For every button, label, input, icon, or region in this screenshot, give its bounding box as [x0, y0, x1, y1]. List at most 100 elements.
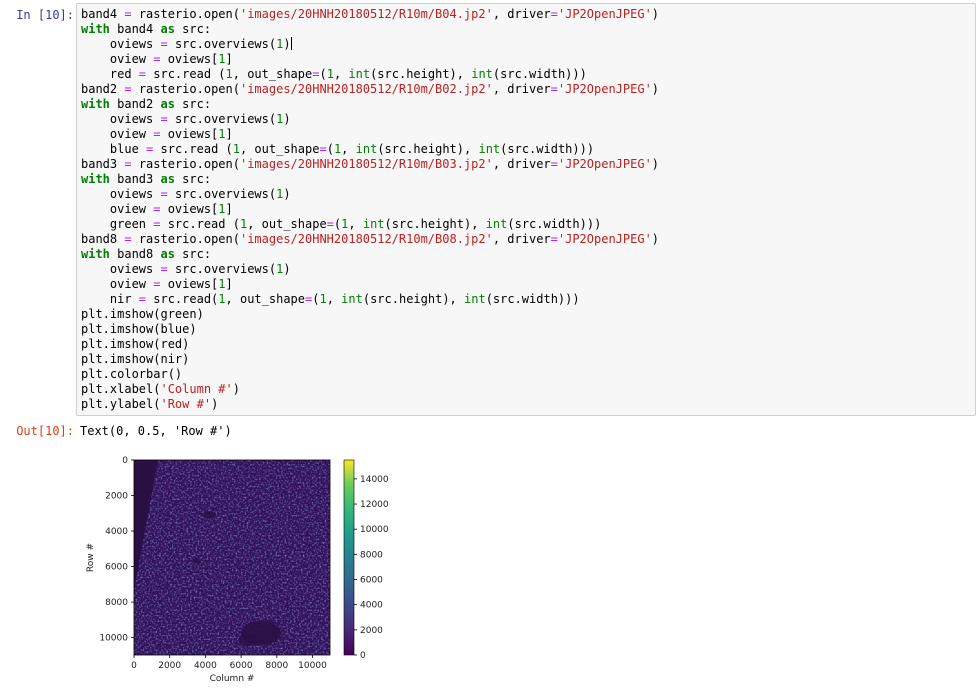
code-token: ]: [225, 127, 233, 141]
code-token: blue: [81, 142, 147, 156]
code-token: 1: [218, 52, 226, 66]
code-line: with band8 as src:: [81, 247, 659, 262]
code-token: 'Column #': [160, 382, 233, 396]
code-token: src.overviews(: [167, 187, 277, 201]
code-token: ]: [225, 277, 233, 291]
code-token: int: [464, 292, 486, 306]
x-tick-label: 4000: [194, 661, 217, 671]
code-token: oviews[: [160, 52, 219, 66]
colorbar-tick-label: 12000: [360, 500, 389, 510]
code-token: src.read(: [146, 292, 219, 306]
code-token: ,: [348, 217, 363, 231]
code-token: 'images/20HNH20180512/R10m/B03.jp2': [239, 157, 493, 171]
code-token: src.read (: [146, 67, 226, 81]
code-token: rasterio.open(: [131, 157, 240, 171]
code-token: oviews[: [160, 127, 219, 141]
code-token: src:: [174, 22, 212, 36]
code-token: , driver: [492, 157, 551, 171]
code-token: =: [138, 67, 147, 81]
code-line: oviews = src.overviews(1): [81, 187, 659, 202]
code-token: as: [160, 97, 175, 111]
code-token: , out_shape: [232, 67, 313, 81]
code-line: oview = oviews[1]: [81, 202, 659, 217]
code-token: plt.imshow(green): [81, 307, 204, 321]
code-token: =: [138, 292, 147, 306]
code-editor[interactable]: band4 = rasterio.open('images/20HNH20180…: [81, 7, 659, 412]
colorbar-tick-label: 4000: [360, 601, 383, 611]
code-token: int: [348, 67, 371, 81]
code-token: ): [283, 112, 291, 126]
code-token: 'images/20HNH20180512/R10m/B02.jp2': [239, 82, 493, 96]
y-tick-label: 8000: [105, 598, 128, 608]
code-line: oview = oviews[1]: [81, 52, 659, 67]
plot-figure: 0 2000 4000 6000 8000 10000 0 2000 4000 6000 8000…: [76, 448, 406, 690]
code-token: =: [160, 262, 168, 276]
code-token: (src.height),: [370, 67, 472, 81]
code-token: (src.width))): [485, 292, 580, 306]
code-token: 1: [232, 142, 240, 156]
code-token: , out_shape: [247, 217, 327, 231]
code-token: green: [81, 217, 154, 231]
code-token: (: [326, 142, 334, 156]
code-token: src:: [174, 97, 212, 111]
code-token: src.overviews(: [167, 37, 277, 51]
code-line: red = src.read (1, out_shape=(1, int(src…: [81, 67, 659, 82]
code-token: ,: [333, 67, 349, 81]
code-token: ): [232, 382, 240, 396]
colorbar-tick-label: 10000: [360, 525, 389, 535]
code-cell-input[interactable]: band4 = rasterio.open('images/20HNH20180…: [76, 3, 976, 416]
y-tick-label: 10000: [99, 634, 128, 644]
code-token: oviews: [81, 37, 161, 51]
code-line: blue = src.read (1, out_shape=(1, int(sr…: [81, 142, 659, 157]
code-token: band2: [109, 97, 161, 111]
code-token: =: [550, 232, 558, 246]
code-token: int: [471, 67, 493, 81]
code-token: band4: [81, 7, 125, 21]
code-token: (: [319, 67, 327, 81]
code-token: 'JP2OpenJPEG': [557, 7, 652, 21]
code-token: , driver: [492, 82, 551, 96]
code-token: oviews: [81, 262, 161, 276]
code-token: 'JP2OpenJPEG': [557, 232, 652, 246]
code-token: ): [283, 37, 291, 51]
code-line: plt.imshow(green): [81, 307, 659, 322]
code-token: int: [478, 142, 501, 156]
y-axis-ticks: 0 2000 4000 6000 8000 10000: [99, 456, 134, 644]
code-token: ]: [225, 52, 233, 66]
code-token: as: [160, 172, 175, 186]
x-tick-label: 8000: [265, 661, 288, 671]
code-token: ]: [225, 202, 233, 216]
code-token: ,: [341, 142, 356, 156]
code-token: band3: [109, 172, 161, 186]
colorbar-tick-label: 8000: [360, 550, 383, 560]
x-axis-ticks: 0 2000 4000 6000 8000 10000: [131, 655, 327, 671]
code-token: with: [81, 172, 110, 186]
code-token: 'JP2OpenJPEG': [557, 82, 652, 96]
code-line: plt.imshow(blue): [81, 322, 659, 337]
code-token: int: [355, 142, 378, 156]
code-token: 1: [319, 292, 327, 306]
code-token: ): [651, 7, 660, 21]
code-line: oviews = src.overviews(1): [81, 112, 659, 127]
colorbar: [343, 459, 355, 656]
code-token: rasterio.open(: [131, 82, 240, 96]
code-token: ): [283, 187, 291, 201]
code-line: plt.imshow(nir): [81, 352, 659, 367]
x-tick-label: 2000: [158, 661, 181, 671]
y-axis-label: Row #: [86, 543, 96, 572]
code-token: ): [651, 232, 660, 246]
code-token: 1: [225, 67, 233, 81]
code-token: src:: [174, 172, 212, 186]
code-token: oviews: [81, 187, 161, 201]
code-token: src.read (: [160, 217, 240, 231]
code-token: (src.width))): [492, 67, 587, 81]
code-token: oviews[: [160, 277, 219, 291]
code-token: 1: [218, 277, 226, 291]
code-token: band8: [81, 232, 125, 246]
code-token: (src.width))): [500, 142, 595, 156]
code-token: src.overviews(: [167, 112, 277, 126]
code-token: plt.ylabel(: [81, 397, 161, 411]
code-line: band4 = rasterio.open('images/20HNH20180…: [81, 7, 659, 22]
code-token: with: [81, 97, 110, 111]
code-token: =: [160, 37, 168, 51]
